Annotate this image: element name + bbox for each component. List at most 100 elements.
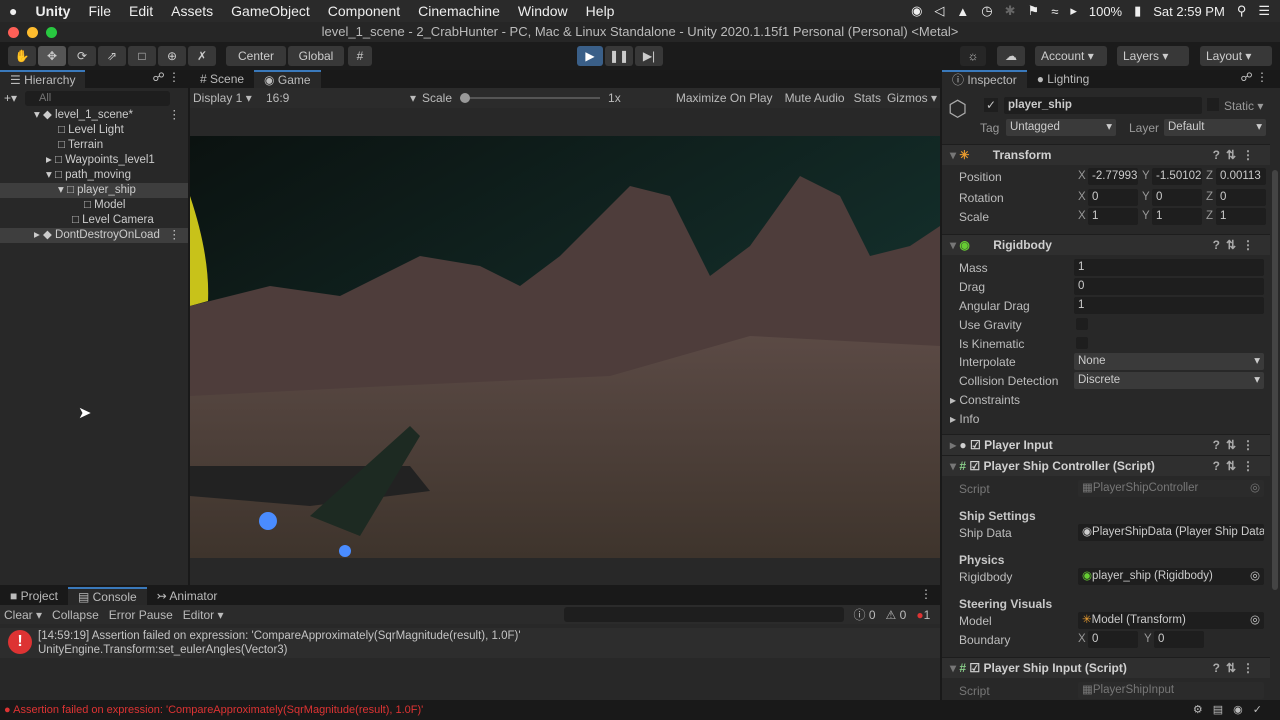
zoom-window-button[interactable] xyxy=(46,27,57,38)
scale-x-input[interactable]: 1 xyxy=(1088,208,1138,225)
rotation-x-input[interactable]: 0 xyxy=(1088,189,1138,206)
transform-tool-icon[interactable]: ⊕ xyxy=(158,46,186,66)
aspect-dropdown[interactable]: 16:9 ▾ xyxy=(266,91,416,105)
position-x-input[interactable]: -2.77993 xyxy=(1088,168,1138,185)
hierarchy-item[interactable]: ▾ □ path_moving xyxy=(0,168,188,183)
menu-component[interactable]: Component xyxy=(319,3,409,19)
scale-y-input[interactable]: 1 xyxy=(1152,208,1202,225)
move-tool-icon[interactable]: ✥ xyxy=(38,46,66,66)
menu-edit[interactable]: Edit xyxy=(120,3,162,19)
tag-dropdown[interactable]: Untagged ▾ xyxy=(1006,119,1116,136)
collab-icon[interactable]: ☼ xyxy=(960,46,986,66)
inspector-scrollbar[interactable] xyxy=(1272,170,1278,590)
pivot-global-button[interactable]: Global xyxy=(288,46,344,66)
battery-icon[interactable]: ▮ xyxy=(1134,3,1141,19)
layers-dropdown[interactable]: Layers ▾ xyxy=(1117,46,1189,66)
tab-game[interactable]: ◉ Game xyxy=(254,70,321,88)
wifi-lock-icon[interactable]: ▲ xyxy=(956,4,969,19)
ship-input-header[interactable]: ▾ # ☑ Player Ship Input (Script) ?⇅⋮ xyxy=(942,657,1270,678)
collision-detection-dropdown[interactable]: Discrete ▾ xyxy=(1074,372,1264,389)
tab-lighting[interactable]: ● Lighting xyxy=(1027,70,1100,88)
spotlight-icon[interactable]: ⚲ xyxy=(1237,3,1247,19)
menu-assets[interactable]: Assets xyxy=(162,3,222,19)
time-machine-icon[interactable]: ◷ xyxy=(981,3,992,19)
hierarchy-search-input[interactable] xyxy=(25,90,171,106)
boundary-x-input[interactable]: 0 xyxy=(1088,631,1138,648)
error-pause-toggle[interactable]: Error Pause xyxy=(109,608,173,622)
ship-data-field[interactable]: ◉PlayerShipData (Player Ship Data) xyxy=(1078,524,1264,541)
record-icon[interactable]: ◉ xyxy=(911,3,922,19)
tab-project[interactable]: ■ Project xyxy=(0,587,68,605)
boundary-y-input[interactable]: 0 xyxy=(1154,631,1204,648)
is-kinematic-checkbox[interactable] xyxy=(1076,337,1088,349)
play-button[interactable]: ▶ xyxy=(577,46,603,66)
lock-icon[interactable]: ☍ ⋮ xyxy=(1241,70,1280,88)
mass-input[interactable]: 1 xyxy=(1074,259,1264,276)
cloud-icon[interactable]: ☁ xyxy=(997,46,1025,66)
clock[interactable]: Sat 2:59 PM xyxy=(1153,4,1225,19)
hierarchy-item[interactable]: □ Model xyxy=(0,198,188,213)
hand-tool-icon[interactable]: ✋ xyxy=(8,46,36,66)
rotate-tool-icon[interactable]: ⟳ xyxy=(68,46,96,66)
active-checkbox[interactable]: ✓ xyxy=(984,98,998,112)
clear-button[interactable]: Clear ▾ xyxy=(4,608,42,622)
hierarchy-item[interactable]: ▸ □ Waypoints_level1 xyxy=(0,153,188,168)
tab-scene[interactable]: # Scene xyxy=(190,70,254,88)
warning-count[interactable]: ⚠ 0 xyxy=(886,608,907,622)
rotation-z-input[interactable]: 0 xyxy=(1216,189,1266,206)
editor-dropdown[interactable]: Editor ▾ xyxy=(183,608,224,622)
angular-drag-input[interactable]: 1 xyxy=(1074,297,1264,314)
hierarchy-item[interactable]: □ Level Light xyxy=(0,123,188,138)
static-checkbox[interactable] xyxy=(1207,98,1219,111)
interpolate-dropdown[interactable]: None ▾ xyxy=(1074,353,1264,370)
wifi-icon[interactable]: ≈ xyxy=(1051,4,1058,19)
position-z-input[interactable]: 0.00113 xyxy=(1216,168,1266,185)
status-bar[interactable]: ● Assertion failed on expression: 'Compa… xyxy=(0,700,1280,720)
menu-file[interactable]: File xyxy=(79,3,120,19)
pivot-center-button[interactable]: Center xyxy=(226,46,286,66)
ship-controller-header[interactable]: ▾ # ☑ Player Ship Controller (Script) ?⇅⋮ xyxy=(942,455,1270,476)
status-message[interactable]: Assertion failed on expression: 'Compare… xyxy=(13,704,423,716)
volume-icon[interactable]: ▸ xyxy=(1070,3,1077,19)
menu-cinemachine[interactable]: Cinemachine xyxy=(409,3,509,19)
rect-tool-icon[interactable]: □ xyxy=(128,46,156,66)
console-log-entry[interactable]: ! [14:59:19] Assertion failed on express… xyxy=(0,628,940,658)
hierarchy-item-scene[interactable]: ▾ ◆ level_1_scene* ⋮ xyxy=(0,108,188,123)
mute-audio-toggle[interactable]: Mute Audio xyxy=(779,91,851,105)
scale-slider[interactable] xyxy=(460,93,601,103)
tab-hierarchy[interactable]: ☰ Hierarchy xyxy=(0,70,86,88)
apple-icon[interactable]: ● xyxy=(0,3,26,19)
constraints-foldout[interactable]: ▸ Constraints xyxy=(950,393,1020,407)
tab-inspector[interactable]: ⓘ Inspector xyxy=(942,70,1027,88)
object-name-input[interactable]: player_ship xyxy=(1004,97,1202,114)
rotation-y-input[interactable]: 0 xyxy=(1152,189,1202,206)
grid-snap-icon[interactable]: # xyxy=(348,46,372,66)
pause-button[interactable]: ❚❚ xyxy=(605,46,633,66)
hierarchy-item-ddol[interactable]: ▸ ◆ DontDestroyOnLoad ⋮ xyxy=(0,228,188,243)
display-dropdown[interactable]: Display 1 ▾ xyxy=(190,91,266,105)
account-dropdown[interactable]: Account ▾ xyxy=(1035,46,1107,66)
rigidbody-ref-field[interactable]: ◉player_ship (Rigidbody) ◎ xyxy=(1078,568,1264,585)
player-input-header[interactable]: ▸ ● ☑ Player Input ?⇅⋮ xyxy=(942,434,1270,455)
add-button[interactable]: +▾ xyxy=(4,91,17,105)
model-field[interactable]: ✳Model (Transform) ◎ xyxy=(1078,612,1264,629)
collapse-toggle[interactable]: Collapse xyxy=(52,608,99,622)
scale-tool-icon[interactable]: ⇗ xyxy=(98,46,126,66)
unity-icon[interactable]: ◁ xyxy=(934,3,944,19)
hierarchy-item[interactable]: □ Terrain xyxy=(0,138,188,153)
transform-header[interactable]: ▾ ✳ Transform ?⇅⋮ xyxy=(942,144,1270,165)
maximize-on-play-toggle[interactable]: Maximize On Play xyxy=(670,91,779,105)
minimize-window-button[interactable] xyxy=(27,27,38,38)
layout-dropdown[interactable]: Layout ▾ xyxy=(1200,46,1272,66)
status-icons[interactable]: ⚙▤◉✓ xyxy=(1193,700,1272,720)
stats-toggle[interactable]: Stats xyxy=(851,91,884,105)
drag-input[interactable]: 0 xyxy=(1074,278,1264,295)
rigidbody-header[interactable]: ▾ ◉ Rigidbody ?⇅⋮ xyxy=(942,234,1270,255)
notification-icon[interactable]: ☰ xyxy=(1258,3,1270,19)
log-count[interactable]: ⓘ 0 xyxy=(854,606,876,623)
hierarchy-item[interactable]: □ Level Camera xyxy=(0,213,188,228)
bluetooth-icon[interactable]: ✱ xyxy=(1005,3,1016,19)
console-search-input[interactable] xyxy=(563,607,844,622)
hierarchy-item-selected[interactable]: ▾ □ player_ship xyxy=(0,183,188,198)
info-foldout[interactable]: ▸ Info xyxy=(950,412,979,426)
